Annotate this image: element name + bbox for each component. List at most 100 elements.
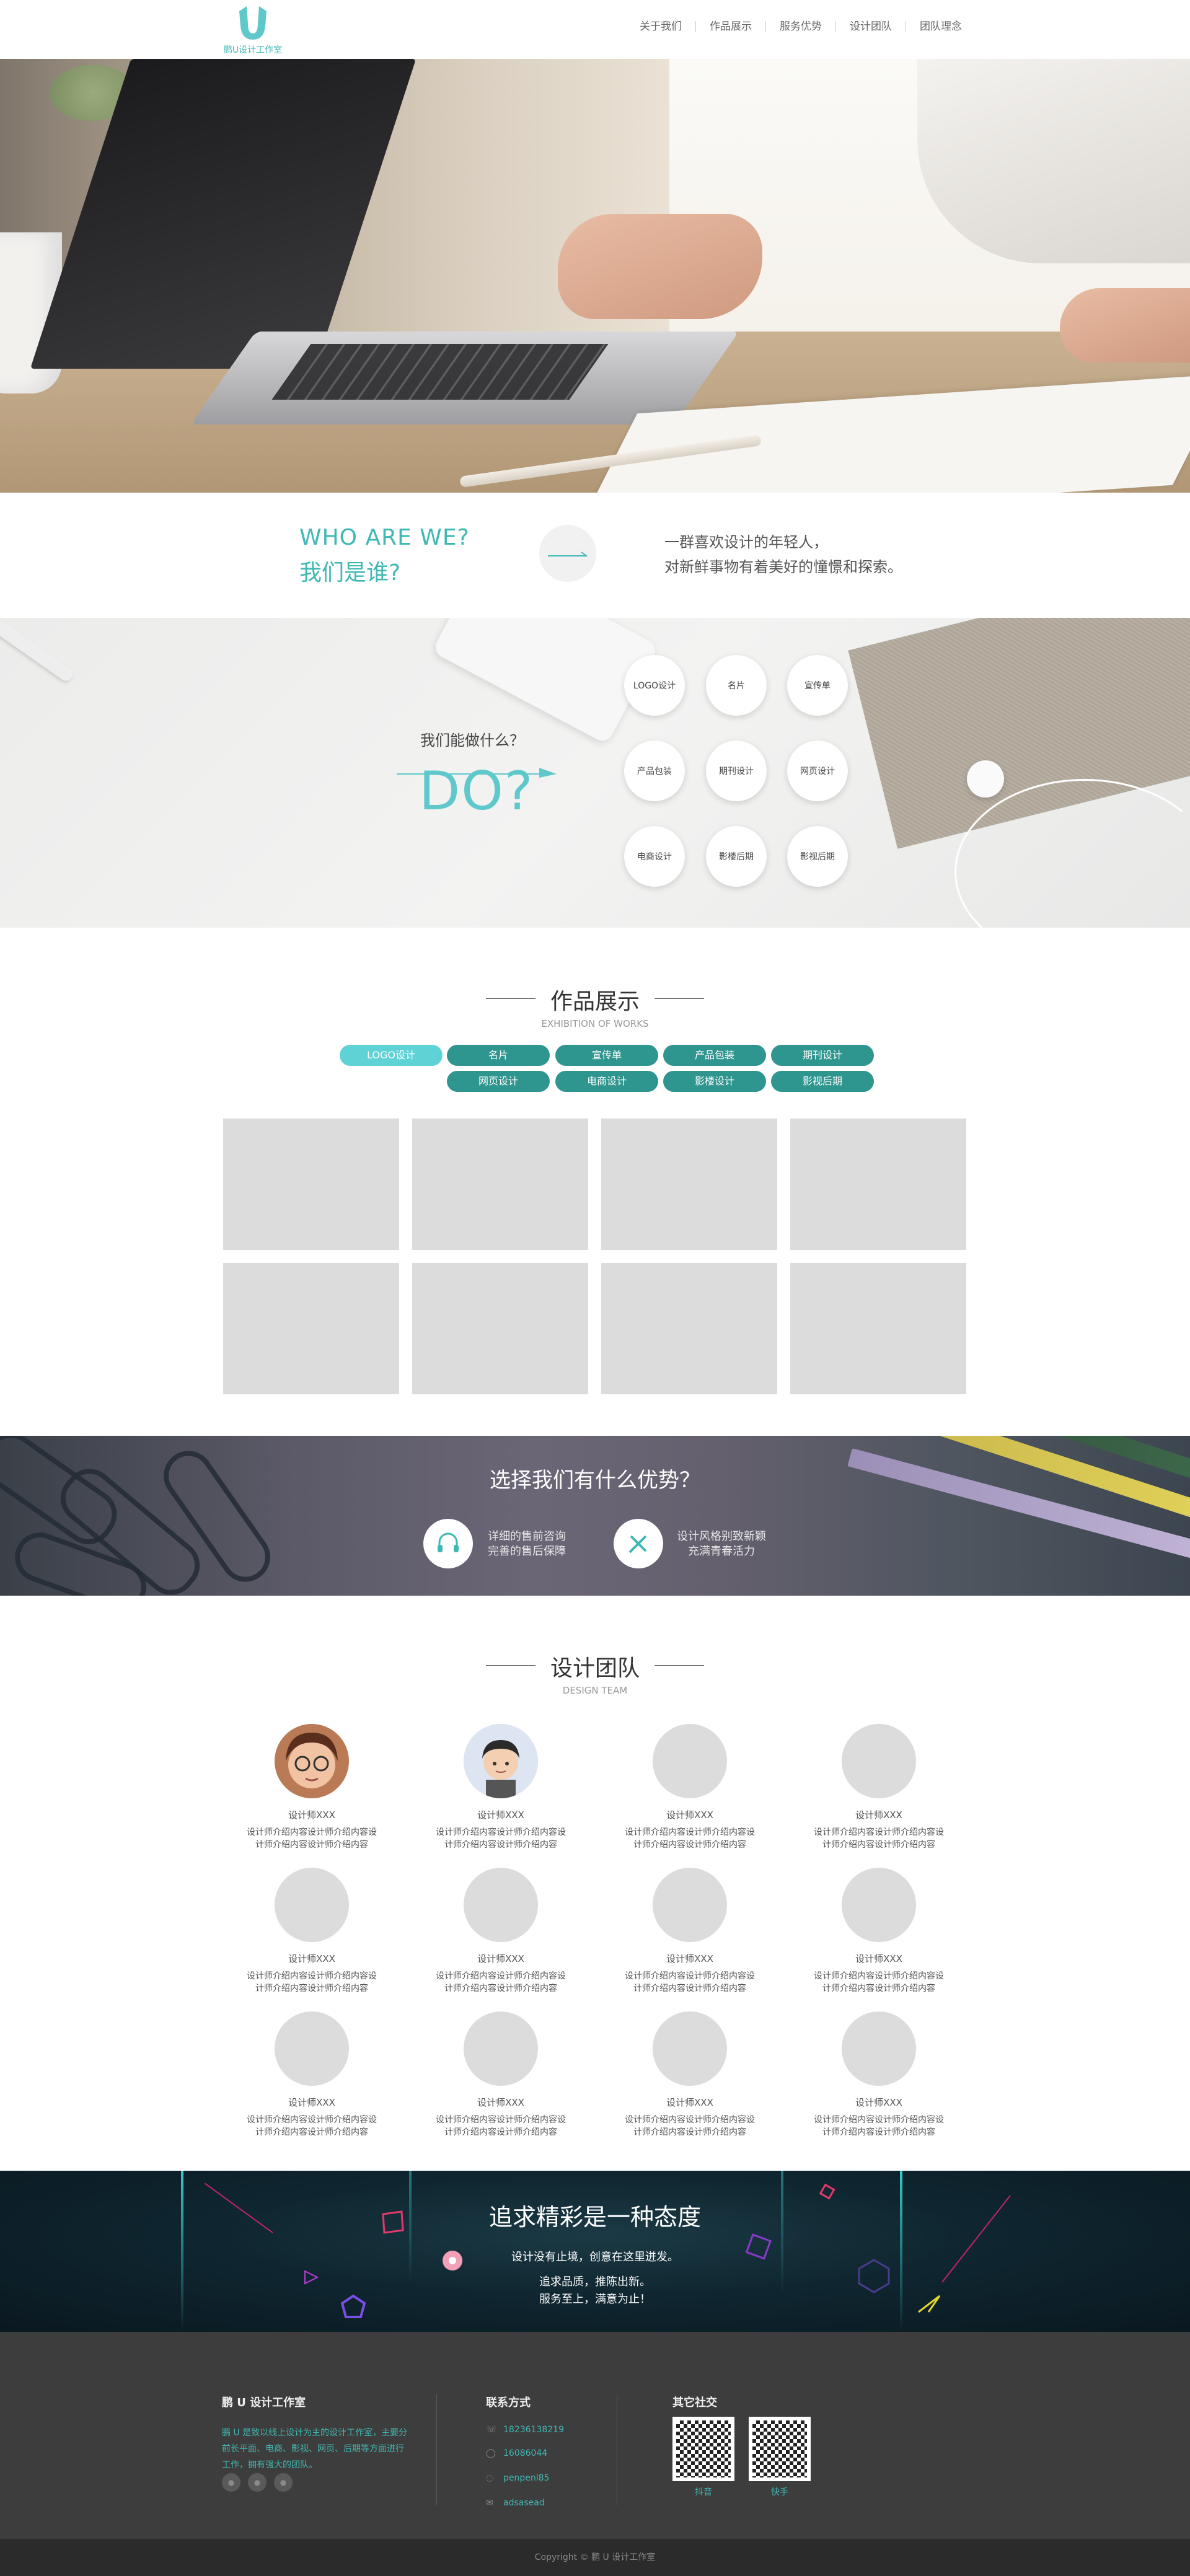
avatar <box>275 1868 349 1942</box>
team-member[interactable]: 设计师XXX 设计师介绍内容设计师介绍内容设 计师介绍内容设计师介绍内容 <box>615 1724 764 1851</box>
who-desc-line1: 一群喜欢设计的年轻人， <box>664 534 828 551</box>
tab-video[interactable]: 影视后期 <box>771 1071 874 1092</box>
team-member[interactable]: 设计师XXX 设计师介绍内容设计师介绍内容设 计师介绍内容设计师介绍内容 <box>237 1724 386 1851</box>
contact-mail[interactable]: ✉ adsasead <box>486 2498 545 2508</box>
footer-social-title: 其它社交 <box>672 2396 717 2409</box>
qq-icon[interactable]: ● <box>274 2473 293 2492</box>
service-video-post[interactable]: 影视后期 <box>787 826 848 887</box>
team-member[interactable]: 设计师XXX 设计师介绍内容设计师介绍内容设 计师介绍内容设计师介绍内容 <box>426 2011 575 2139</box>
who-title-en: WHO ARE WE? <box>299 525 470 550</box>
work-thumbnail[interactable] <box>790 1119 966 1250</box>
douyin-label: 抖音 <box>695 2487 712 2497</box>
member-bio-line2: 计师介绍内容设计师介绍内容 <box>444 1984 557 1994</box>
slogan-banner: 追求精彩是一种态度 设计没有止境，创意在这里迸发。 追求品质，推陈出新。 服务至… <box>0 2171 1190 2332</box>
avatar <box>464 1868 538 1942</box>
tab-ecommerce[interactable]: 电商设计 <box>555 1071 658 1092</box>
arrow-right-icon <box>548 552 588 556</box>
service-flyer[interactable]: 宣传单 <box>787 655 848 716</box>
member-bio-line1: 设计师介绍内容设计师介绍内容设 <box>625 2115 755 2125</box>
member-bio-line1: 设计师介绍内容设计师介绍内容设 <box>436 1971 566 1981</box>
arrow-circle[interactable] <box>539 525 596 582</box>
who-desc-line2: 对新鲜事物有着美好的憧憬和探索。 <box>664 558 902 576</box>
nav-team[interactable]: 设计团队 <box>836 21 906 32</box>
team-member[interactable]: 设计师XXX 设计师介绍内容设计师介绍内容设 计师介绍内容设计师介绍内容 <box>426 1724 575 1851</box>
tab-flyer[interactable]: 宣传单 <box>555 1045 658 1066</box>
tab-web[interactable]: 网页设计 <box>447 1071 550 1092</box>
footer-about-title: 鹏 U 设计工作室 <box>222 2396 306 2409</box>
member-bio-line1: 设计师介绍内容设计师介绍内容设 <box>247 1971 377 1981</box>
logo-text: 鹏U设计工作室 <box>223 45 283 55</box>
services-question: 我们能做什么？ <box>420 732 524 749</box>
work-thumbnail[interactable] <box>412 1119 588 1250</box>
service-ecommerce[interactable]: 电商设计 <box>624 826 685 887</box>
footer-about-text: 鹏 U 是致以线上设计为主的设计工作室，主要分前长平面、电商、影视、网页、后期等… <box>222 2428 408 2470</box>
team-member[interactable]: 设计师XXX 设计师介绍内容设计师介绍内容设 计师介绍内容设计师介绍内容 <box>615 2011 764 2139</box>
contact-phone-text: 18236138219 <box>503 2425 564 2435</box>
avatar <box>842 2011 916 2086</box>
douyin-qr-code[interactable] <box>672 2417 734 2481</box>
work-thumbnail[interactable] <box>601 1119 777 1250</box>
service-web[interactable]: 网页设计 <box>787 741 848 801</box>
work-thumbnail[interactable] <box>790 1263 966 1394</box>
advantage-1-line1: 详细的售前咨询 <box>488 1530 566 1543</box>
service-studio-post[interactable]: 影楼后期 <box>706 826 767 887</box>
phone-icon: ☏ <box>486 2425 497 2435</box>
team-member[interactable]: 设计师XXX 设计师介绍内容设计师介绍内容设 计师介绍内容设计师介绍内容 <box>804 2011 953 2139</box>
logo-icon <box>239 6 267 40</box>
work-thumbnail[interactable] <box>223 1263 399 1394</box>
kuaishou-qr-code[interactable] <box>749 2417 811 2481</box>
work-thumbnail[interactable] <box>412 1263 588 1394</box>
work-thumbnail[interactable] <box>223 1119 399 1250</box>
member-name: 设计师XXX <box>666 2097 713 2108</box>
weibo-icon[interactable]: ● <box>222 2473 240 2492</box>
member-bio: 设计师介绍内容设计师介绍内容设 计师介绍内容设计师介绍内容 <box>426 1826 575 1851</box>
logo[interactable]: 鹏U设计工作室 <box>222 5 284 57</box>
work-thumbnail[interactable] <box>601 1263 777 1394</box>
member-bio: 设计师介绍内容设计师介绍内容设 计师介绍内容设计师介绍内容 <box>615 1970 764 1995</box>
member-bio-line2: 计师介绍内容设计师介绍内容 <box>444 1840 557 1850</box>
main-nav: 关于我们 作品展示 服务优势 设计团队 团队理念 <box>626 21 976 32</box>
member-bio-line2: 计师介绍内容设计师介绍内容 <box>444 2127 557 2137</box>
team-member[interactable]: 设计师XXX 设计师介绍内容设计师介绍内容设 计师介绍内容设计师介绍内容 <box>426 1868 575 1995</box>
nav-works[interactable]: 作品展示 <box>696 21 766 32</box>
banner-line3: 服务至上，满意为止！ <box>539 2293 651 2306</box>
tab-journal[interactable]: 期刊设计 <box>771 1045 874 1066</box>
team-member[interactable]: 设计师XXX 设计师介绍内容设计师介绍内容设 计师介绍内容设计师介绍内容 <box>237 2011 386 2139</box>
nav-services[interactable]: 服务优势 <box>766 21 836 32</box>
member-bio: 设计师介绍内容设计师介绍内容设 计师介绍内容设计师介绍内容 <box>804 2114 953 2139</box>
member-bio: 设计师介绍内容设计师介绍内容设 计师介绍内容设计师介绍内容 <box>615 1826 764 1851</box>
wechat-icon[interactable]: ● <box>248 2473 267 2492</box>
hero-image <box>0 59 1190 493</box>
service-card[interactable]: 名片 <box>706 655 767 716</box>
member-bio-line2: 计师介绍内容设计师介绍内容 <box>822 1840 935 1850</box>
member-bio-line2: 计师介绍内容设计师介绍内容 <box>633 1840 746 1850</box>
service-logo[interactable]: LOGO设计 <box>624 655 685 716</box>
team-member[interactable]: 设计师XXX 设计师介绍内容设计师介绍内容设 计师介绍内容设计师介绍内容 <box>804 1868 953 1995</box>
nav-about[interactable]: 关于我们 <box>626 21 696 32</box>
member-bio-line1: 设计师介绍内容设计师介绍内容设 <box>814 2115 944 2125</box>
contact-wechat[interactable]: ◌ penpenl85 <box>486 2473 549 2483</box>
kuaishou-label: 快手 <box>771 2487 788 2497</box>
team-member[interactable]: 设计师XXX 设计师介绍内容设计师介绍内容设 计师介绍内容设计师介绍内容 <box>615 1868 764 1995</box>
avatar <box>842 1868 916 1942</box>
tab-studio[interactable]: 影楼设计 <box>663 1071 766 1092</box>
contact-phone[interactable]: ☏ 18236138219 <box>486 2425 564 2435</box>
tab-logo[interactable]: LOGO设计 <box>340 1045 443 1066</box>
who-title-cn: 我们是谁? <box>299 560 401 586</box>
member-name: 设计师XXX <box>477 1809 524 1821</box>
nav-philosophy[interactable]: 团队理念 <box>906 21 976 32</box>
tab-packaging[interactable]: 产品包装 <box>663 1045 766 1066</box>
tab-card[interactable]: 名片 <box>447 1045 550 1066</box>
team-member[interactable]: 设计师XXX 设计师介绍内容设计师介绍内容设 计师介绍内容设计师介绍内容 <box>237 1868 386 1995</box>
member-bio: 设计师介绍内容设计师介绍内容设 计师介绍内容设计师介绍内容 <box>426 2114 575 2139</box>
member-name: 设计师XXX <box>477 2097 524 2108</box>
member-bio-line1: 设计师介绍内容设计师介绍内容设 <box>814 1971 944 1981</box>
banner-line1: 设计没有止境，创意在这里迸发。 <box>511 2251 679 2264</box>
contact-qq[interactable]: ◯ 16086044 <box>486 2448 547 2458</box>
member-bio-line1: 设计师介绍内容设计师介绍内容设 <box>247 2115 377 2125</box>
service-packaging[interactable]: 产品包装 <box>624 741 685 801</box>
service-journal[interactable]: 期刊设计 <box>706 741 767 801</box>
mail-icon: ✉ <box>486 2498 493 2508</box>
team-member[interactable]: 设计师XXX 设计师介绍内容设计师介绍内容设 计师介绍内容设计师介绍内容 <box>804 1724 953 1851</box>
member-bio-line2: 计师介绍内容设计师介绍内容 <box>255 1840 368 1850</box>
